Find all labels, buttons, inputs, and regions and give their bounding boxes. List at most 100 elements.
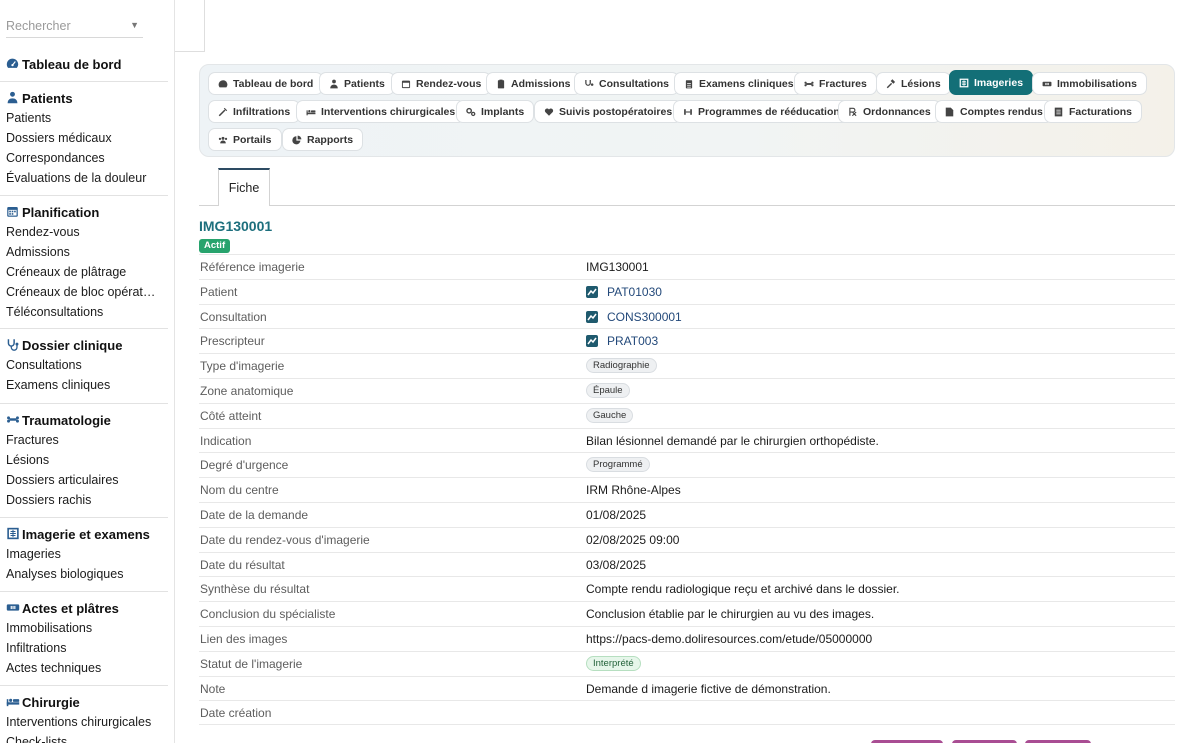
sidebar-item-imageries[interactable]: Imageries: [0, 544, 168, 564]
sidebar-item-check-lists[interactable]: Check-lists: [0, 732, 168, 743]
sidebar-item-infiltrations[interactable]: Infiltrations: [0, 638, 168, 658]
nav-head-planification[interactable]: Planification: [0, 202, 174, 222]
field-value: CONS300001: [586, 310, 682, 324]
tab-label: Implants: [481, 105, 525, 118]
tab-fiche[interactable]: Fiche: [218, 168, 270, 206]
gauge-icon: [218, 79, 228, 89]
sidebar-item-immobilisations[interactable]: Immobilisations: [0, 618, 168, 638]
field-row-zone: Zone anatomique Épaule: [199, 377, 1175, 403]
nav-head-patients[interactable]: Patients: [0, 88, 174, 108]
sidebar-item-admissions[interactable]: Admissions: [0, 242, 168, 262]
tab-facturations[interactable]: Facturations: [1044, 100, 1143, 123]
tab-label: Tableau de bord: [233, 77, 314, 90]
cogs-icon: [466, 107, 476, 117]
tab-admissions[interactable]: Admissions: [486, 72, 581, 95]
tab-programmes-reeducation[interactable]: Programmes de rééducation: [673, 100, 850, 123]
nav-section-patients: Patients Patients Dossiers médicaux Corr…: [0, 88, 174, 188]
tab-infiltrations[interactable]: Infiltrations: [208, 100, 301, 123]
tab-label: Infiltrations: [233, 105, 291, 118]
sidebar-item-examens-cliniques[interactable]: Examens cliniques: [0, 375, 168, 395]
statut-pill: Interprété: [586, 655, 641, 671]
tab-label: Rendez-vous: [416, 77, 482, 90]
tab-label: Examens cliniques: [699, 77, 794, 90]
sidebar-item-lesions[interactable]: Lésions: [0, 450, 168, 470]
tab-patients[interactable]: Patients: [319, 72, 395, 95]
calendar-icon: [6, 205, 20, 219]
field-value: Gauche: [586, 407, 634, 423]
tab-comptes-rendus[interactable]: Comptes rendus: [935, 100, 1053, 123]
bandage-icon: [1042, 79, 1052, 89]
field-row-indication: Indication Bilan lésionnel demandé par le…: [199, 427, 1175, 453]
patient-link[interactable]: PAT01030: [607, 285, 662, 299]
nav-section-planification: Planification Rendez-vous Admissions Cré…: [0, 202, 174, 322]
nav-divider: [0, 685, 168, 686]
sidebar-item-dossiers-articulaires[interactable]: Dossiers articulaires: [0, 470, 168, 490]
detail-table: Référence imagerie IMG130001 Patient PAT01…: [199, 254, 1175, 726]
chevron-down-icon[interactable]: ▼: [130, 20, 139, 30]
nav-head-traumatologie[interactable]: Traumatologie: [0, 410, 174, 430]
heart-icon: [544, 107, 554, 117]
search-box[interactable]: ▼: [6, 16, 143, 38]
nav-head-dossier-clinique[interactable]: Dossier clinique: [0, 335, 174, 355]
tab-label: Patients: [344, 77, 385, 90]
field-label: Côté atteint: [200, 408, 262, 423]
sidebar-item-evaluations-douleur[interactable]: Évaluations de la douleur: [0, 168, 168, 188]
tab-portails[interactable]: Portails: [208, 128, 282, 151]
stethoscope-icon: [584, 79, 594, 89]
tab-lesions[interactable]: Lésions: [876, 72, 951, 95]
sidebar-item-interventions-chirurgicales[interactable]: Interventions chirurgicales: [0, 712, 168, 732]
x-ray-icon: [6, 527, 20, 541]
status-badge: Actif: [199, 239, 231, 253]
tab-tableau-de-bord[interactable]: Tableau de bord: [208, 72, 324, 95]
tab-consultations[interactable]: Consultations: [574, 72, 679, 95]
clipboard-icon: [496, 79, 506, 89]
tab-fractures[interactable]: Fractures: [794, 72, 877, 95]
prescripteur-link[interactable]: PRAT003: [607, 334, 658, 348]
field-label: Prescripteur: [200, 334, 265, 349]
patient-object-icon: [586, 285, 598, 298]
sidebar-item-consultations[interactable]: Consultations: [0, 355, 168, 375]
field-label: Consultation: [200, 309, 267, 324]
nav-dashboard[interactable]: Tableau de bord: [0, 54, 174, 74]
tab-implants[interactable]: Implants: [456, 100, 535, 123]
field-value: PAT01030: [586, 285, 662, 299]
prescription-icon: [848, 107, 858, 117]
tab-ordonnances[interactable]: Ordonnances: [838, 100, 941, 123]
sidebar-item-patients[interactable]: Patients: [0, 108, 168, 128]
tab-rendez-vous[interactable]: Rendez-vous: [391, 72, 492, 95]
tab-imageries[interactable]: Imageries: [949, 70, 1034, 95]
consultation-link[interactable]: CONS300001: [607, 310, 682, 324]
field-label: Référence imagerie: [200, 260, 305, 274]
sidebar-item-teleconsultations[interactable]: Téléconsultations: [0, 302, 168, 322]
sidebar-item-fractures[interactable]: Fractures: [0, 430, 168, 450]
tab-suivis-postoperatoires[interactable]: Suivis postopératoires: [534, 100, 683, 123]
sidebar-item-creneaux-platrage[interactable]: Créneaux de plâtrage: [0, 262, 168, 282]
nav-head-chirurgie[interactable]: Chirurgie: [0, 692, 174, 712]
search-input[interactable]: [6, 16, 126, 36]
nav-head-actes[interactable]: Actes et plâtres: [0, 598, 174, 618]
bone-icon: [804, 79, 814, 89]
field-row-type: Type d'imagerie Radiographie: [199, 353, 1175, 378]
sidebar-item-dossiers-rachis[interactable]: Dossiers rachis: [0, 490, 168, 510]
tab-examens-cliniques[interactable]: Examens cliniques: [674, 72, 804, 95]
field-row-lien-images: Lien des images https://pacs-demo.dolires…: [199, 625, 1175, 651]
sidebar-item-actes-techniques[interactable]: Actes techniques: [0, 658, 168, 678]
tab-interventions-chirurgicales[interactable]: Interventions chirurgicales: [296, 100, 466, 123]
sidebar-item-dossiers-medicaux[interactable]: Dossiers médicaux: [0, 128, 168, 148]
hammer-icon: [886, 78, 896, 89]
field-row-date-creation: Date création: [199, 700, 1175, 726]
sidebar-item-analyses-biologiques[interactable]: Analyses biologiques: [0, 564, 168, 584]
sidebar-item-correspondances[interactable]: Correspondances: [0, 148, 168, 168]
tab-immobilisations[interactable]: Immobilisations: [1032, 72, 1147, 95]
sidebar-item-rendez-vous[interactable]: Rendez-vous: [0, 222, 168, 242]
nav-head-imagerie[interactable]: Imagerie et examens: [0, 524, 174, 544]
sidebar-item-creneaux-bloc[interactable]: Créneaux de bloc opérat…: [0, 282, 168, 302]
tab-label: Imageries: [974, 76, 1024, 89]
field-value: Conclusion établie par le chirurgien au …: [586, 607, 875, 622]
field-label: Synthèse du résultat: [200, 582, 310, 597]
x-ray-icon: [959, 78, 969, 88]
tab-label: Suivis postopératoires: [559, 105, 673, 118]
nav-section-chirurgie: Chirurgie Interventions chirurgicales Ch…: [0, 692, 174, 743]
tab-rapports[interactable]: Rapports: [282, 128, 364, 151]
field-label: Indication: [200, 433, 252, 448]
